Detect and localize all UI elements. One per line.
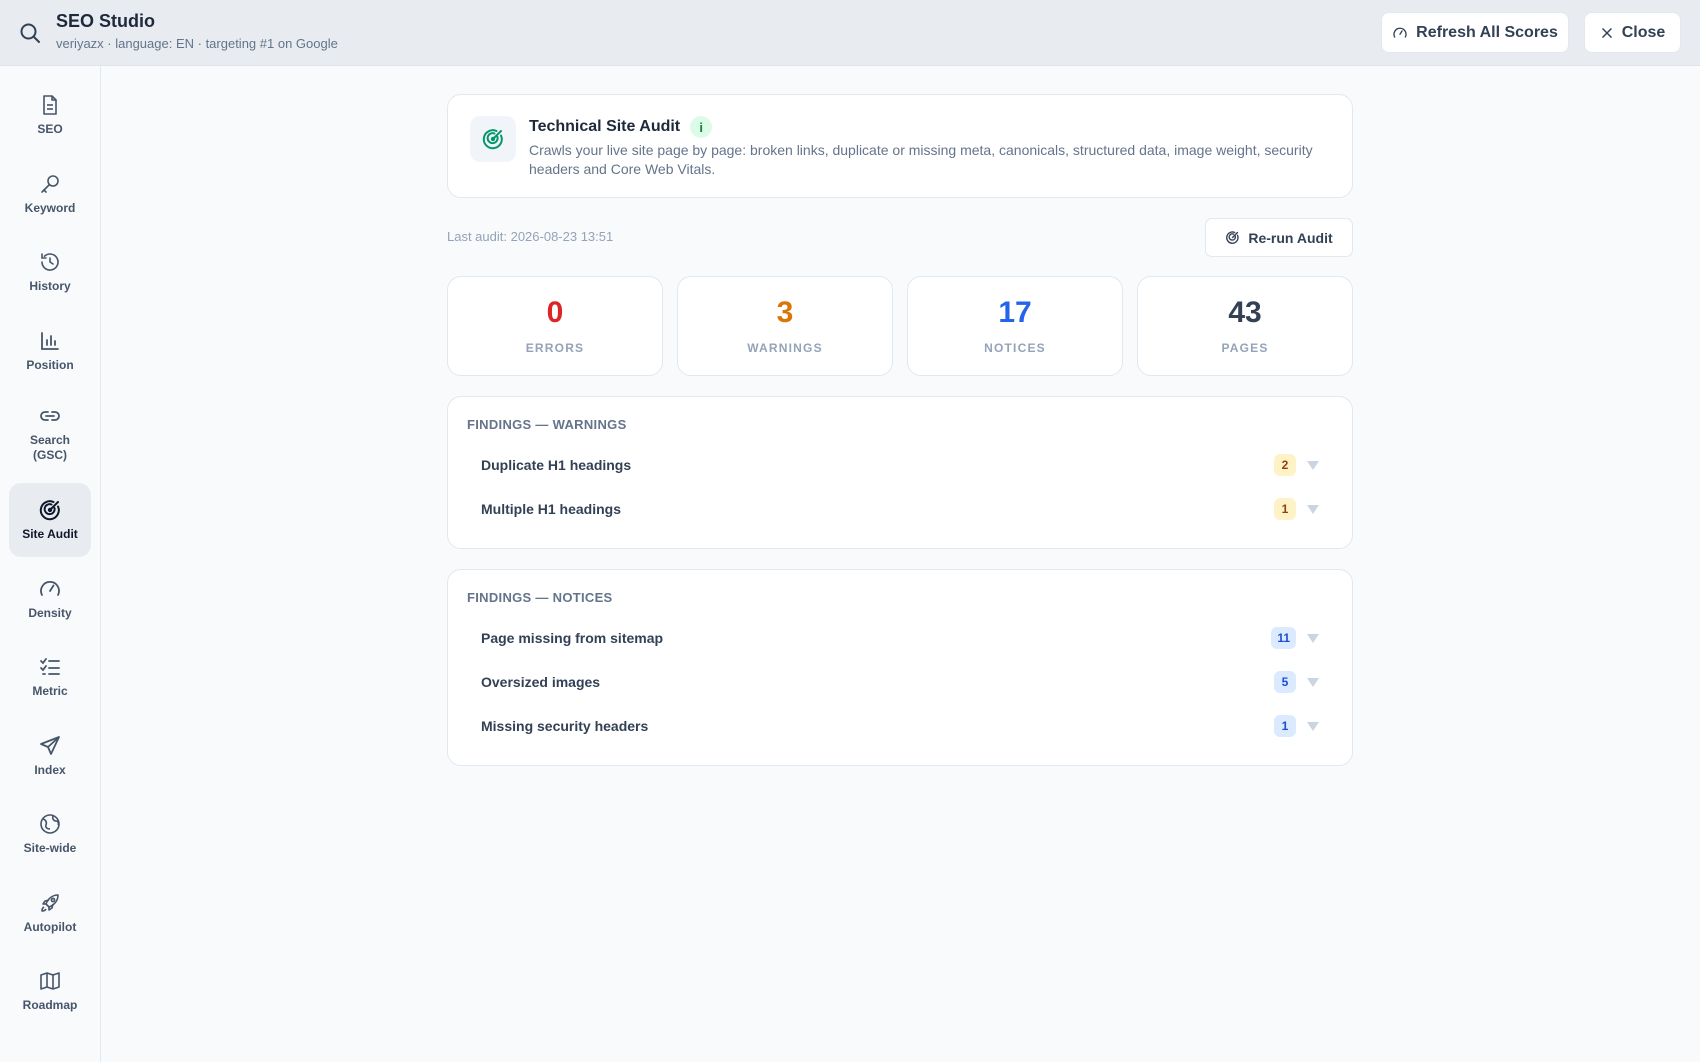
- top-bar: SEO Studio veriyazx · language: EN · tar…: [0, 0, 1700, 66]
- count-badge: 11: [1271, 627, 1296, 649]
- stat-label: WARNINGS: [747, 341, 823, 355]
- finding-label: Missing security headers: [481, 718, 649, 734]
- stat-value: 17: [998, 296, 1032, 329]
- key-icon: [41, 175, 59, 193]
- checklist-icon: [40, 658, 60, 675]
- map-icon: [40, 972, 60, 990]
- sidebar-item-label: Density: [28, 606, 72, 620]
- sidebar-item-label: History: [29, 279, 71, 293]
- radar-icon: [482, 129, 503, 150]
- sidebar-item-label: SEO: [37, 122, 63, 136]
- page-title-text: Technical Site Audit: [529, 118, 681, 135]
- count-badge: 5: [1274, 671, 1296, 693]
- sidebar-item-site-wide[interactable]: Site-wide: [9, 797, 91, 871]
- findings-notices-panel: FINDINGS — NOTICES Page missing from sit…: [447, 569, 1353, 766]
- stat-value: 0: [546, 296, 564, 329]
- chevron-down-icon[interactable]: [1307, 633, 1319, 643]
- stat-card-errors: 0 ERRORS: [447, 276, 663, 376]
- stat-label: PAGES: [1221, 341, 1269, 355]
- findings-warnings-panel: FINDINGS — WARNINGS Duplicate H1 heading…: [447, 396, 1353, 549]
- rerun-audit-button[interactable]: Re-run Audit: [1205, 218, 1353, 257]
- sidebar-item-roadmap[interactable]: Roadmap: [9, 954, 91, 1028]
- refresh-all-scores-button[interactable]: Refresh All Scores: [1381, 12, 1569, 53]
- globe-icon: [40, 814, 60, 834]
- close-button[interactable]: Close: [1584, 12, 1681, 53]
- finding-row[interactable]: Page missing from sitemap 11: [462, 618, 1338, 658]
- sidebar-item-autopilot[interactable]: Autopilot: [9, 876, 91, 950]
- chevron-down-icon[interactable]: [1307, 677, 1319, 687]
- stat-label: ERRORS: [525, 341, 585, 355]
- sidebar-item-index[interactable]: Index: [9, 719, 91, 793]
- sidebar-item-label: Index: [34, 763, 66, 777]
- finding-label: Multiple H1 headings: [481, 501, 622, 517]
- sidebar-item-position[interactable]: Position: [9, 314, 91, 388]
- count-badge: 1: [1274, 715, 1296, 737]
- stat-card-notices: 17 NOTICES: [907, 276, 1123, 376]
- app-subtitle: veriyazx · language: EN · targeting #1 o…: [56, 36, 338, 51]
- send-icon: [40, 736, 60, 755]
- sidebar-item-metric[interactable]: Metric: [9, 640, 91, 714]
- sidebar-item-label: Roadmap: [22, 998, 78, 1012]
- sidebar-item-label: Site Audit: [22, 527, 78, 541]
- sidebar-item-label: Site-wide: [23, 841, 77, 855]
- finding-row[interactable]: Missing security headers 1: [462, 706, 1338, 746]
- gauge-icon: [1393, 27, 1407, 38]
- document-icon: [43, 95, 57, 115]
- chevron-down-icon[interactable]: [1307, 504, 1319, 514]
- bar-chart-icon: [41, 332, 59, 350]
- sidebar: SEO Keyword History Position Search (GSC…: [0, 66, 101, 1062]
- history-icon: [41, 253, 59, 271]
- finding-label: Page missing from sitemap: [481, 630, 664, 646]
- site-audit-intro-card: Technical Site Audit i Crawls your live …: [447, 94, 1353, 198]
- finding-label: Oversized images: [481, 674, 601, 690]
- count-badge: 2: [1274, 454, 1296, 476]
- last-audit-timestamp: Last audit: 2026-08-23 13:51: [447, 229, 614, 244]
- sidebar-item-label: Position: [26, 358, 74, 372]
- sidebar-item-site-audit[interactable]: Site Audit: [9, 483, 91, 557]
- info-icon[interactable]: i: [690, 116, 713, 138]
- radar-icon: [1226, 231, 1240, 244]
- refresh-all-scores-label: Refresh All Scores: [1416, 23, 1558, 41]
- search-icon[interactable]: [18, 21, 42, 45]
- chevron-down-icon[interactable]: [1307, 460, 1319, 470]
- close-icon: [1601, 27, 1612, 38]
- gauge-icon: [40, 581, 60, 596]
- page-title: Technical Site Audit i: [529, 116, 713, 138]
- finding-row[interactable]: Oversized images 5: [462, 662, 1338, 702]
- rerun-audit-label: Re-run Audit: [1248, 229, 1333, 246]
- rocket-icon: [41, 894, 59, 912]
- sidebar-item-history[interactable]: History: [9, 235, 91, 309]
- sidebar-item-search-gsc[interactable]: Search (GSC): [9, 390, 91, 476]
- sidebar-item-label: Metric: [32, 684, 68, 698]
- sidebar-item-keyword[interactable]: Keyword: [9, 157, 91, 231]
- sidebar-item-seo[interactable]: SEO: [9, 78, 91, 152]
- sidebar-item-label: Search (GSC): [29, 432, 71, 462]
- chevron-down-icon[interactable]: [1307, 721, 1319, 731]
- stat-value: 43: [1228, 296, 1262, 329]
- sidebar-item-label: Autopilot: [23, 920, 77, 934]
- close-label: Close: [1621, 23, 1666, 41]
- radar-logo: [470, 116, 516, 162]
- app-title: SEO Studio: [56, 11, 155, 31]
- count-badge: 1: [1274, 498, 1296, 520]
- stat-label: NOTICES: [984, 341, 1046, 355]
- stat-value: 3: [776, 296, 794, 329]
- link-icon: [40, 410, 60, 421]
- stat-card-pages: 43 PAGES: [1137, 276, 1353, 376]
- sidebar-item-label: Keyword: [24, 201, 76, 215]
- finding-row[interactable]: Duplicate H1 headings 2: [462, 445, 1338, 485]
- findings-heading: FINDINGS — NOTICES: [467, 590, 613, 605]
- findings-heading: FINDINGS — WARNINGS: [467, 417, 627, 432]
- page-description: Crawls your live site page by page: brok…: [529, 142, 1313, 177]
- sidebar-item-density[interactable]: Density: [9, 562, 91, 636]
- stat-card-warnings: 3 WARNINGS: [677, 276, 893, 376]
- finding-row[interactable]: Multiple H1 headings 1: [462, 489, 1338, 529]
- radar-icon: [39, 500, 60, 521]
- finding-label: Duplicate H1 headings: [481, 457, 632, 473]
